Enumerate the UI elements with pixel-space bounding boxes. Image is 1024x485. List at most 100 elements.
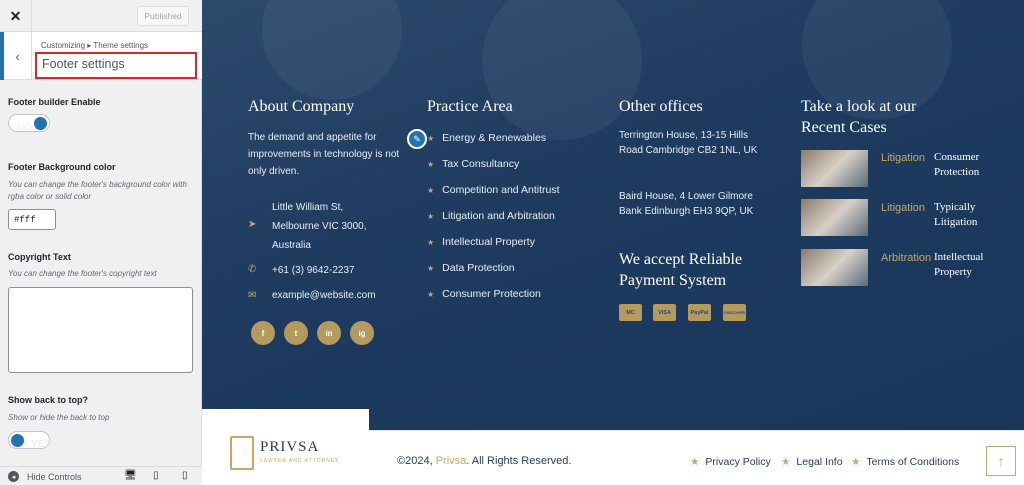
practice-title: Practice Area <box>427 98 513 115</box>
bullet-star-icon: ★ <box>781 456 791 468</box>
footer-link-privacy[interactable]: ★ Privacy Policy <box>690 456 771 468</box>
site-preview: About Company The demand and appetite fo… <box>202 0 1024 485</box>
about-phone[interactable]: +61 (3) 9642-2237 <box>272 262 355 279</box>
practice-item[interactable]: ★ Litigation and Arbitration <box>427 210 555 222</box>
bg-color-label: Footer Background color <box>8 162 116 172</box>
case-category[interactable]: Arbitration <box>881 252 931 264</box>
customizer-panel: ✕ Published ‹ Customizing ▸ Theme settin… <box>0 0 202 485</box>
copyright-label: Copyright Text <box>8 252 71 262</box>
breadcrumb: Customizing ▸ Theme settings <box>41 41 148 50</box>
toggle-text: YES <box>31 439 52 450</box>
practice-item[interactable]: ★ Energy & Renewables <box>427 132 546 144</box>
footer-link-label: Terms of Conditions <box>866 456 960 468</box>
about-text: The demand and appetite for improvements… <box>248 132 400 177</box>
back-to-top-label: Show back to top? <box>8 395 88 405</box>
bullet-star-icon: ★ <box>427 211 435 221</box>
close-icon[interactable]: ✕ <box>0 0 32 32</box>
desktop-icon[interactable]: 🖥 <box>124 470 137 481</box>
publish-button[interactable]: Published <box>137 6 189 26</box>
case-title[interactable]: Consumer Protection <box>934 150 994 180</box>
practice-item-label: Competition and Antitrust <box>442 184 560 196</box>
logo-name: PRIVSA <box>260 439 320 455</box>
background-photo-shape <box>262 0 402 100</box>
toggle-text: NO <box>17 122 32 133</box>
mastercard-icon: MC <box>619 304 642 321</box>
back-to-top-button[interactable]: ↑ <box>986 446 1016 476</box>
hide-controls-button[interactable]: ◂ Hide Controls <box>8 471 82 482</box>
edit-pencil-icon[interactable]: ✎ <box>407 129 427 149</box>
back-arrow-icon[interactable]: ‹ <box>0 32 32 80</box>
bullet-star-icon: ★ <box>427 237 435 247</box>
practice-item-label: Data Protection <box>442 262 515 274</box>
footer-builder-label: Footer builder Enable <box>8 97 101 107</box>
bullet-star-icon: ★ <box>427 289 435 299</box>
logo-tagline: LAWYER AND ATTORNEY <box>260 458 340 464</box>
case-thumbnail[interactable] <box>801 150 868 187</box>
breadcrumb-separator: ▸ <box>87 41 92 50</box>
mobile-icon[interactable]: ▯ <box>182 470 188 481</box>
bg-color-input[interactable]: #fff <box>8 209 56 230</box>
arrow-up-icon: ↑ <box>997 453 1005 469</box>
instagram-icon[interactable]: ig <box>350 321 374 345</box>
practice-item[interactable]: ★ Intellectual Property <box>427 236 535 248</box>
practice-item[interactable]: ★ Tax Consultancy <box>427 158 519 170</box>
toggle-knob <box>11 434 24 447</box>
office-address: Baird House, 4 Lower Gilmore Bank Edinbu… <box>619 191 754 217</box>
background-photo-shape <box>482 0 642 140</box>
case-category[interactable]: Litigation <box>881 152 925 164</box>
practice-item[interactable]: ★ Consumer Protection <box>427 288 541 300</box>
cases-title: Take a look at our Recent Cases <box>801 98 917 136</box>
breadcrumb-item: Customizing <box>41 41 86 50</box>
footer-main: About Company The demand and appetite fo… <box>202 0 1024 430</box>
visa-icon: VISA <box>653 304 676 321</box>
tablet-icon[interactable]: ▯ <box>153 470 159 481</box>
payment-title: We accept Reliable Payment System <box>619 251 743 289</box>
about-email[interactable]: example@website.com <box>272 287 376 304</box>
bullet-star-icon: ★ <box>427 263 435 273</box>
case-title[interactable]: Intellectual Property <box>934 250 986 280</box>
email-icon: ✉ <box>248 290 257 301</box>
location-icon: ➤ <box>248 219 257 230</box>
about-address: Little William St, Melbourne VIC 3000, A… <box>272 202 367 251</box>
customizer-footer: ◂ Hide Controls 🖥 ▯ ▯ <box>0 466 202 485</box>
copyright-text: ©2024, Privsa. All Rights Reserved. <box>397 455 571 467</box>
hide-controls-label: Hide Controls <box>27 471 82 482</box>
section-title: Footer settings <box>35 52 197 79</box>
practice-item[interactable]: ★ Competition and Antitrust <box>427 184 560 196</box>
discover-icon: DISCOVER <box>723 304 746 321</box>
footer-link-label: Privacy Policy <box>705 456 771 468</box>
customizer-topbar: ✕ Published <box>0 0 202 32</box>
facebook-icon[interactable]: f <box>251 321 275 345</box>
footer-link-label: Legal Info <box>796 456 843 468</box>
copyright-prefix: ©2024, <box>397 455 436 467</box>
practice-item-label: Intellectual Property <box>442 236 535 248</box>
bg-color-description: You can change the footer's background c… <box>8 180 187 201</box>
breadcrumb-item: Theme settings <box>93 41 149 50</box>
paypal-icon: PayPal <box>688 304 711 321</box>
case-thumbnail[interactable] <box>801 249 868 286</box>
practice-item[interactable]: ★ Data Protection <box>427 262 515 274</box>
copyright-textarea[interactable] <box>8 287 193 373</box>
linkedin-icon[interactable]: in <box>317 321 341 345</box>
bullet-star-icon: ★ <box>427 159 435 169</box>
office-address: Terrington House, 13-15 Hills Road Cambr… <box>619 130 758 156</box>
offices-title: Other offices <box>619 98 703 115</box>
footer-link-legal[interactable]: ★ Legal Info <box>781 456 843 468</box>
copyright-description: You can change the footer's copyright te… <box>8 269 157 278</box>
phone-icon: ✆ <box>248 264 257 275</box>
bullet-star-icon: ★ <box>851 456 861 468</box>
case-category[interactable]: Litigation <box>881 202 925 214</box>
practice-item-label: Litigation and Arbitration <box>442 210 555 222</box>
case-title[interactable]: Typically Litigation <box>934 200 994 230</box>
about-title: About Company <box>248 98 355 115</box>
footer-builder-toggle[interactable]: NO <box>8 114 50 133</box>
collapse-icon: ◂ <box>8 471 19 482</box>
copyright-suffix: . All Rights Reserved. <box>466 455 572 467</box>
footer-link-terms[interactable]: ★ Terms of Conditions <box>851 456 959 468</box>
back-to-top-toggle[interactable]: YES <box>8 431 51 450</box>
twitter-icon[interactable]: t <box>284 321 308 345</box>
case-thumbnail[interactable] <box>801 199 868 236</box>
pillar-logo-icon <box>230 436 254 470</box>
copyright-brand[interactable]: Privsa <box>436 455 467 467</box>
back-to-top-description: Show or hide the back to top <box>8 413 110 422</box>
